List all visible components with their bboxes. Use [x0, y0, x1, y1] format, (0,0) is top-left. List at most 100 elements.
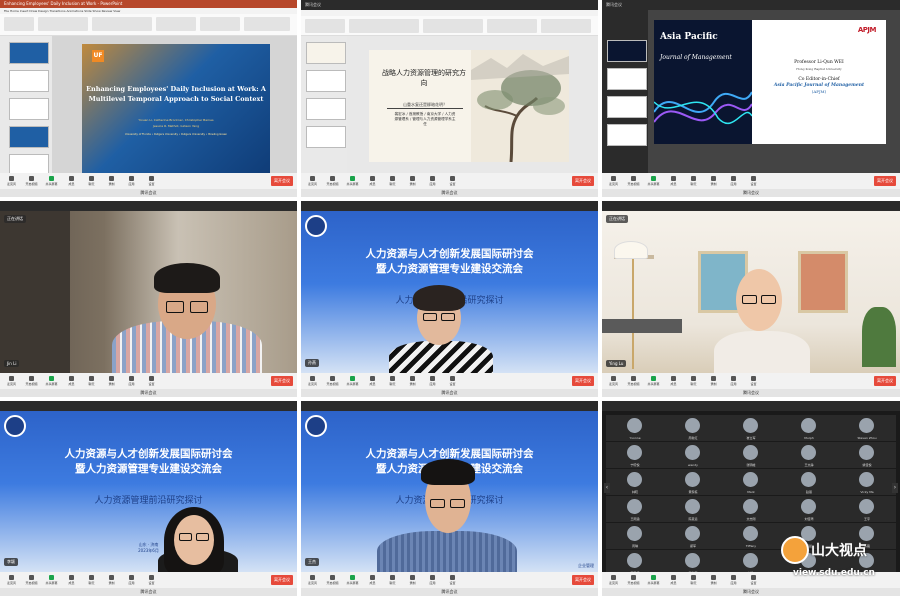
members-button[interactable]: 成员 — [666, 573, 681, 587]
apps-button[interactable]: 应用 — [124, 573, 139, 587]
members-button[interactable]: 成员 — [64, 573, 79, 587]
participant-cell[interactable]: 黄家栋 — [664, 469, 722, 495]
record-button[interactable]: 录制 — [104, 174, 119, 188]
ppt-ribbon[interactable] — [301, 16, 598, 36]
record-button[interactable]: 录制 — [405, 573, 420, 587]
share-button[interactable]: 共享屏幕 — [44, 573, 59, 587]
video-button[interactable]: 开启视频 — [325, 374, 340, 388]
participant-cell[interactable]: Steven Zhou — [838, 415, 896, 441]
mic-button[interactable]: 麦克风 — [4, 374, 19, 388]
record-button[interactable]: 录制 — [706, 573, 721, 587]
participant-cell[interactable]: 周新红 — [664, 415, 722, 441]
leave-meeting-button[interactable]: 离开会议 — [572, 376, 594, 386]
video-button[interactable]: 开启视频 — [626, 573, 641, 587]
chat-button[interactable]: 聊天 — [385, 374, 400, 388]
settings-button[interactable]: 设置 — [144, 573, 159, 587]
video-button[interactable]: 开启视频 — [24, 174, 39, 188]
video-tile-speaker-woman-room[interactable]: 正在讲话 Ying Lu 麦克风 开启视频 共享屏幕 成员 聊天 录制 应用 设… — [602, 201, 900, 397]
record-button[interactable]: 录制 — [405, 374, 420, 388]
share-button[interactable]: 共享屏幕 — [646, 573, 661, 587]
video-button[interactable]: 开启视频 — [24, 573, 39, 587]
participant-cell[interactable]: 陈思远 — [664, 496, 722, 522]
members-button[interactable]: 成员 — [365, 374, 380, 388]
leave-meeting-button[interactable]: 离开会议 — [874, 176, 896, 186]
chat-button[interactable]: 聊天 — [686, 374, 701, 388]
apps-button[interactable]: 应用 — [124, 374, 139, 388]
chat-button[interactable]: 聊天 — [84, 174, 99, 188]
participant-cell[interactable]: 王雨涵 — [606, 496, 664, 522]
leave-meeting-button[interactable]: 离开会议 — [572, 176, 594, 186]
slide-thumbnails[interactable] — [602, 10, 648, 173]
mic-button[interactable]: 麦克风 — [4, 573, 19, 587]
record-button[interactable]: 录制 — [706, 174, 721, 188]
mic-button[interactable]: 麦克风 — [305, 374, 320, 388]
mic-button[interactable]: 麦克风 — [305, 573, 320, 587]
settings-button[interactable]: 设置 — [445, 374, 460, 388]
prev-page-arrow[interactable]: ‹ — [604, 483, 610, 493]
participant-cell[interactable]: 郑军 — [664, 523, 722, 549]
settings-button[interactable]: 设置 — [746, 174, 761, 188]
participant-cell[interactable]: Mark — [722, 469, 780, 495]
settings-button[interactable]: 设置 — [144, 374, 159, 388]
share-button[interactable]: 共享屏幕 — [646, 374, 661, 388]
apps-button[interactable]: 应用 — [425, 374, 440, 388]
video-tile-ppt-shrm[interactable]: 腾讯会议 战略人力资源管理的研究方向 山重水复还是柳暗花明？ 裴宏冰 / 首席教… — [301, 0, 598, 197]
mic-button[interactable]: 麦克风 — [606, 174, 621, 188]
participant-cell[interactable]: Yvonne — [606, 415, 664, 441]
video-tile-ppt-apjm[interactable]: 腾讯会议 Asia Pacific Journal of Management … — [602, 0, 900, 197]
video-tile-speaker-woman-blue[interactable]: 人力资源与人才创新发展国际研讨会暨人力资源管理专业建设交流会 人力资源管理前沿研… — [301, 201, 598, 397]
apps-button[interactable]: 应用 — [425, 573, 440, 587]
chat-button[interactable]: 聊天 — [385, 174, 400, 188]
chat-button[interactable]: 聊天 — [686, 573, 701, 587]
share-button[interactable]: 共享屏幕 — [44, 174, 59, 188]
video-button[interactable]: 开启视频 — [325, 174, 340, 188]
video-button[interactable]: 开启视频 — [626, 374, 641, 388]
video-button[interactable]: 开启视频 — [24, 374, 39, 388]
members-button[interactable]: 成员 — [365, 573, 380, 587]
participant-cell[interactable]: Vicky Ma — [838, 469, 896, 495]
record-button[interactable]: 录制 — [104, 374, 119, 388]
video-tile-host-man[interactable]: 人力资源与人才创新发展国际研讨会暨人力资源管理专业建设交流会 人力资源管理前沿研… — [301, 401, 598, 596]
apps-button[interactable]: 应用 — [425, 174, 440, 188]
leave-meeting-button[interactable]: 离开会议 — [271, 575, 293, 585]
apps-button[interactable]: 应用 — [124, 174, 139, 188]
participant-cell[interactable]: 赵丽 — [780, 469, 838, 495]
chat-button[interactable]: 聊天 — [84, 374, 99, 388]
participant-cell[interactable]: Murph — [780, 415, 838, 441]
mic-button[interactable]: 麦克风 — [606, 374, 621, 388]
video-button[interactable]: 开启视频 — [325, 573, 340, 587]
participant-cell[interactable]: 崔立军 — [722, 415, 780, 441]
slide-thumbnails[interactable] — [0, 36, 52, 176]
mic-button[interactable]: 麦克风 — [4, 174, 19, 188]
members-button[interactable]: 成员 — [64, 174, 79, 188]
video-tile-speaker-man[interactable]: 正在讲话 Jin Li 麦克风 开启视频 共享屏幕 成员 聊天 录制 应用 设置… — [0, 201, 297, 397]
video-tile-ppt-inclusion[interactable]: Enhancing Employees' Daily Inclusion at … — [0, 0, 297, 197]
apps-button[interactable]: 应用 — [726, 374, 741, 388]
record-button[interactable]: 录制 — [706, 374, 721, 388]
share-button[interactable]: 共享屏幕 — [646, 174, 661, 188]
ppt-ribbon[interactable] — [0, 14, 297, 36]
participant-cell[interactable]: 周琳 — [606, 523, 664, 549]
leave-meeting-button[interactable]: 离开会议 — [271, 176, 293, 186]
record-button[interactable]: 录制 — [405, 174, 420, 188]
participant-cell[interactable]: 张明峰 — [722, 442, 780, 468]
video-button[interactable]: 开启视频 — [626, 174, 641, 188]
share-button[interactable]: 共享屏幕 — [345, 174, 360, 188]
chat-button[interactable]: 聊天 — [385, 573, 400, 587]
settings-button[interactable]: 设置 — [746, 374, 761, 388]
chat-button[interactable]: 聊天 — [686, 174, 701, 188]
mic-button[interactable]: 麦克风 — [606, 573, 621, 587]
settings-button[interactable]: 设置 — [144, 174, 159, 188]
participant-cell[interactable]: 王文静 — [780, 442, 838, 468]
chat-button[interactable]: 聊天 — [84, 573, 99, 587]
participant-cell[interactable]: 刘佳琦 — [780, 496, 838, 522]
leave-meeting-button[interactable]: 离开会议 — [874, 376, 896, 386]
members-button[interactable]: 成员 — [365, 174, 380, 188]
participant-cell[interactable]: 姚佳悦 — [838, 442, 896, 468]
video-tile-host-woman[interactable]: 人力资源与人才创新发展国际研讨会 暨人力资源管理专业建设交流会 人力资源管理前沿研… — [0, 401, 297, 596]
share-button[interactable]: 共享屏幕 — [345, 374, 360, 388]
participant-cell[interactable]: 王宇 — [838, 496, 896, 522]
participant-cell[interactable]: wendy — [664, 442, 722, 468]
settings-button[interactable]: 设置 — [445, 573, 460, 587]
mic-button[interactable]: 麦克风 — [305, 174, 320, 188]
